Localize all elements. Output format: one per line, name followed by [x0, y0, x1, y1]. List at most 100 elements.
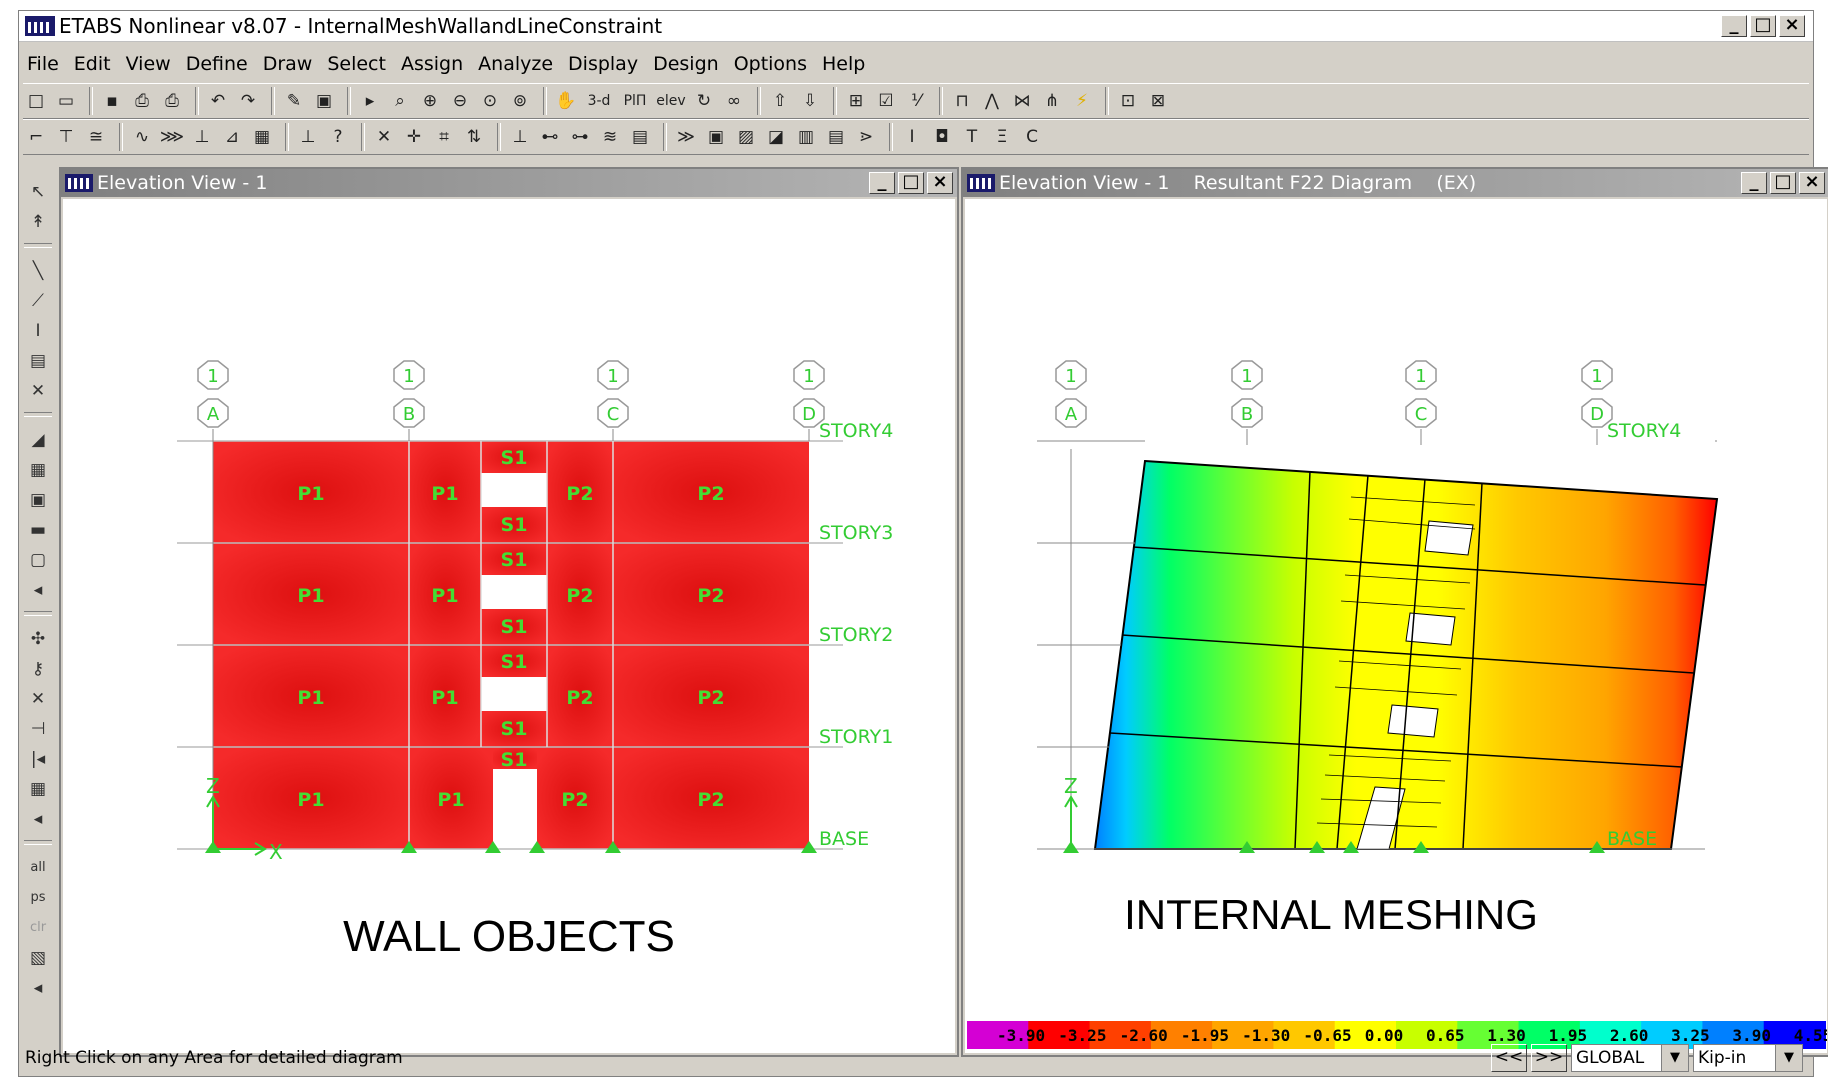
chevron-down-icon[interactable]: ▼	[1775, 1045, 1802, 1071]
zoom-restore-icon[interactable]: ⊚	[507, 88, 533, 114]
menu-analyze[interactable]: Analyze	[478, 53, 553, 75]
section-box-icon[interactable]: ◘	[929, 124, 955, 150]
left-maximize-button[interactable]: □	[898, 172, 924, 194]
run-analysis-icon[interactable]: ▸	[357, 88, 383, 114]
snap-fine-grid-icon[interactable]: ▦	[24, 776, 52, 802]
right-close-button[interactable]: ×	[1799, 172, 1825, 194]
draw-column-icon[interactable]: Ⅰ	[24, 318, 52, 344]
reshape-icon[interactable]: ↟	[24, 209, 52, 235]
save-icon[interactable]: ▪	[99, 88, 125, 114]
assign-load-icon[interactable]: ≫	[673, 124, 699, 150]
maximize-button[interactable]: □	[1750, 15, 1776, 37]
zoom-out-icon[interactable]: ⊖	[447, 88, 473, 114]
3d-view-button[interactable]: 3-d	[583, 88, 615, 114]
menu-options[interactable]: Options	[734, 53, 807, 75]
left-canvas[interactable]: 1 A 1 B 1 C 1 D STORY4 STORY3 STORY2 STO…	[63, 199, 955, 1053]
draw-frame-icon[interactable]: ⟋	[24, 288, 52, 314]
set-display-options-icon[interactable]: ☑	[873, 88, 899, 114]
left-close-button[interactable]: ×	[927, 172, 953, 194]
snap-perp-icon[interactable]: ⊣	[24, 716, 52, 742]
assign-supports-icon[interactable]: ⊥	[507, 124, 533, 150]
query-icon[interactable]: ?	[325, 124, 351, 150]
f22-diagram-drawing[interactable]: 1 A 1 B 1 C 1 D STORY4 BASE Z INTERNAL M…	[965, 199, 1827, 1053]
next-button[interactable]: >>	[1531, 1044, 1567, 1072]
redo-icon[interactable]: ↷	[235, 88, 261, 114]
draw-rect-area-icon[interactable]: ▦	[24, 457, 52, 483]
draw-beam-icon[interactable]: ▤	[24, 348, 52, 374]
pointer-icon[interactable]: ↖	[24, 179, 52, 205]
assign-link-icon[interactable]: ⊶	[567, 124, 593, 150]
menu-view[interactable]: View	[126, 53, 171, 75]
units-select[interactable]: Kip-in ▼	[1693, 1044, 1803, 1072]
design-info-icon[interactable]: ⊥	[295, 124, 321, 150]
snap-intersections-icon[interactable]: ✕	[371, 124, 397, 150]
elevation-view-button[interactable]: elev	[655, 88, 687, 114]
show-panel-icon[interactable]: ⊿	[219, 124, 245, 150]
draw-area-icon[interactable]: ◢	[24, 427, 52, 453]
lock-icon[interactable]: ▣	[311, 88, 337, 114]
rotate-3d-icon[interactable]: ↻	[691, 88, 717, 114]
menu-edit[interactable]: Edit	[74, 53, 111, 75]
draw-wall-line-icon[interactable]: ▬	[24, 517, 52, 543]
snap-intersect-icon[interactable]: ✕	[24, 686, 52, 712]
draw-line-icon[interactable]: ╲	[24, 258, 52, 284]
frame-draw-icon[interactable]: ⊓	[949, 88, 975, 114]
show-stresses-icon[interactable]: ▦	[249, 124, 275, 150]
snap-midpoints-icon[interactable]: ⌗	[431, 124, 457, 150]
assign-wind-icon[interactable]: ▨	[733, 124, 759, 150]
section-channel-icon[interactable]: Ξ	[989, 124, 1015, 150]
pencil-icon[interactable]: ✎	[281, 88, 307, 114]
show-undeformed-icon[interactable]: ⌐	[23, 124, 49, 150]
move-up-icon[interactable]: ⇧	[767, 88, 793, 114]
close-button[interactable]: ×	[1779, 15, 1805, 37]
menu-display[interactable]: Display	[568, 53, 638, 75]
open-folder-icon[interactable]: ▭	[53, 88, 79, 114]
chevron-down-icon[interactable]: ▼	[1661, 1045, 1688, 1071]
deformed-shape-icon[interactable]: ⊡	[1115, 88, 1141, 114]
draw-wall-icon[interactable]: ▣	[24, 487, 52, 513]
snap-lines-icon[interactable]: ⇅	[461, 124, 487, 150]
undo-icon[interactable]: ↶	[205, 88, 231, 114]
move-down-icon[interactable]: ⇩	[797, 88, 823, 114]
rubber-band-zoom-icon[interactable]: ⌕	[387, 88, 413, 114]
show-members-forces-icon[interactable]: ⋙	[159, 124, 185, 150]
perspective-icon[interactable]: ∞	[721, 88, 747, 114]
snap-grid-icon[interactable]: ✣	[24, 626, 52, 652]
minimize-button[interactable]: _	[1721, 15, 1747, 37]
zoom-in-icon[interactable]: ⊕	[417, 88, 443, 114]
menu-file[interactable]: File	[27, 53, 59, 75]
show-loads-icon[interactable]: ⊤	[53, 124, 79, 150]
assign-area-load-icon[interactable]: ▣	[703, 124, 729, 150]
show-shell-forces-icon[interactable]: ⊥	[189, 124, 215, 150]
force-diagram-icon[interactable]: ⊠	[1145, 88, 1171, 114]
assign-frame-icon[interactable]: ⊷	[537, 124, 563, 150]
assign-spring-icon[interactable]: ≋	[597, 124, 623, 150]
menu-assign[interactable]: Assign	[401, 53, 463, 75]
menu-help[interactable]: Help	[822, 53, 865, 75]
assign-diaphragm-icon[interactable]: ▤	[627, 124, 653, 150]
section-c-icon[interactable]: C	[1019, 124, 1045, 150]
wall-section-icon[interactable]: ⋗	[853, 124, 879, 150]
draw-opening-icon[interactable]: ▢	[24, 547, 52, 573]
pier-label-icon[interactable]: ▥	[793, 124, 819, 150]
zoom-previous-icon[interactable]: ⊙	[477, 88, 503, 114]
print-options-icon[interactable]: ⎙	[159, 88, 185, 114]
fraction-icon[interactable]: ⅟	[903, 88, 929, 114]
new-file-icon[interactable]: □	[23, 88, 49, 114]
previous-button[interactable]: <<	[1491, 1044, 1527, 1072]
menu-draw[interactable]: Draw	[263, 53, 313, 75]
pan-icon[interactable]: ✋	[553, 88, 579, 114]
lightning-icon[interactable]: ⚡	[1069, 88, 1095, 114]
section-tee-icon[interactable]: T	[959, 124, 985, 150]
spandrel-label-icon[interactable]: ▤	[823, 124, 849, 150]
moment-frame-icon[interactable]: ⋔	[1039, 88, 1065, 114]
assign-temp-icon[interactable]: ◪	[763, 124, 789, 150]
clear-selection-icon[interactable]: clr	[24, 915, 52, 941]
more-draw-icon[interactable]: ◂	[24, 577, 52, 603]
wall-objects-drawing[interactable]: 1 A 1 B 1 C 1 D STORY4 STORY3 STORY2 STO…	[63, 199, 955, 1053]
snap-end-icon[interactable]: ⚷	[24, 656, 52, 682]
right-minimize-button[interactable]: _	[1741, 172, 1767, 194]
right-canvas[interactable]: 1 A 1 B 1 C 1 D STORY4 BASE Z INTERNAL M…	[965, 199, 1827, 1053]
right-maximize-button[interactable]: □	[1770, 172, 1796, 194]
coordinate-system-select[interactable]: GLOBAL ▼	[1571, 1044, 1689, 1072]
